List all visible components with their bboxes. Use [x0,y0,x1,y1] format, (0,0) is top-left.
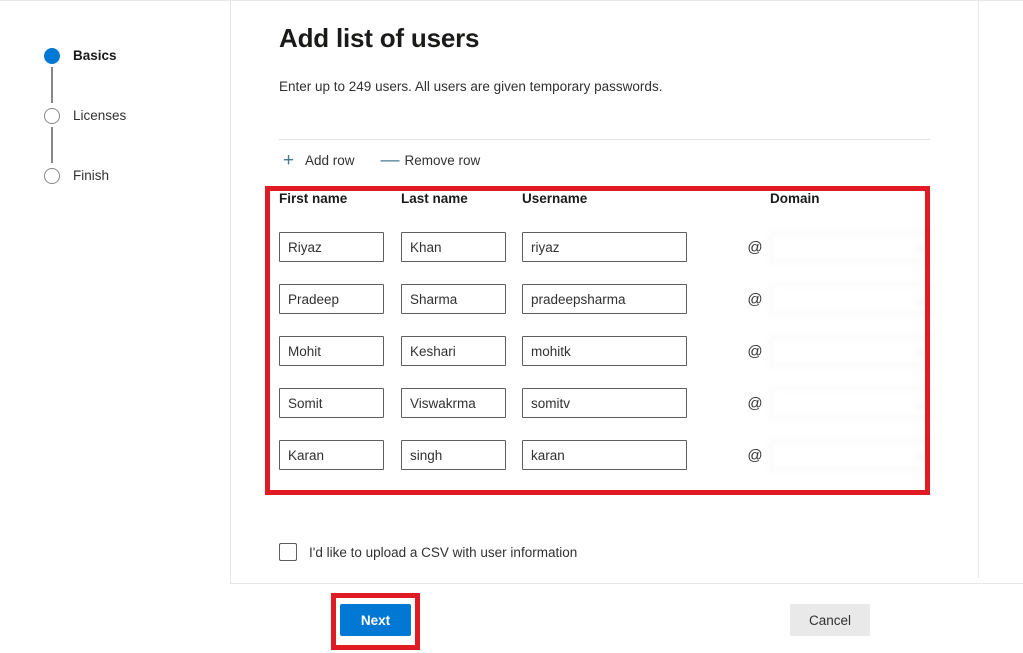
last-name-input[interactable] [401,440,506,470]
right-pane-divider [978,0,979,578]
at-symbol-icon: @ [747,342,763,360]
add-row-button[interactable]: + Add row [279,151,357,170]
users-grid: First name Last name Username Domain @⌄@… [279,191,934,481]
wizard-step-label-basics: Basics [73,48,117,63]
main-content: Add list of users Enter up to 249 users.… [231,1,978,583]
cancel-button[interactable]: Cancel [790,604,870,636]
user-row: @⌄ [279,221,934,273]
last-name-input[interactable] [401,284,506,314]
add-row-label: Add row [305,153,355,168]
plus-icon: + [282,149,295,171]
csv-upload-label[interactable]: I'd like to upload a CSV with user infor… [309,545,577,560]
csv-upload-option[interactable]: I'd like to upload a CSV with user infor… [279,543,577,561]
username-input[interactable] [522,440,687,470]
page-subtitle: Enter up to 249 users. All users are giv… [279,79,663,94]
user-row: @⌄ [279,325,934,377]
row-command-bar: + Add row — Remove row [279,151,482,170]
cell-domain: ⌄ [770,440,934,470]
command-bar-divider [279,139,930,140]
column-header-username: Username [522,191,588,206]
column-header-domain: Domain [770,191,820,206]
first-name-input[interactable] [279,336,384,366]
last-name-input[interactable] [401,232,506,262]
last-name-input[interactable] [401,336,506,366]
cell-first-name [279,440,401,470]
username-input[interactable] [522,388,687,418]
chevron-down-icon: ⌄ [915,345,925,358]
username-input[interactable] [522,232,687,262]
cell-domain: ⌄ [770,388,934,418]
first-name-input[interactable] [279,440,384,470]
first-name-input[interactable] [279,388,384,418]
last-name-input[interactable] [401,388,506,418]
cell-username [522,336,740,366]
cell-first-name [279,232,401,262]
domain-dropdown[interactable]: ⌄ [770,232,932,262]
page-title: Add list of users [279,23,480,54]
wizard-step-licenses[interactable]: Licenses [44,107,126,125]
cell-last-name [401,232,522,262]
wizard-step-basics[interactable]: Basics [44,47,117,65]
column-header-last-name: Last name [401,191,468,206]
cell-domain: ⌄ [770,232,934,262]
username-input[interactable] [522,284,687,314]
first-name-input[interactable] [279,232,384,262]
step-bullet-icon-basics [44,48,60,64]
chevron-down-icon: ⌄ [915,241,925,254]
chevron-down-icon: ⌄ [915,397,925,410]
domain-dropdown[interactable]: ⌄ [770,388,932,418]
remove-row-label: Remove row [404,153,481,168]
user-row: @⌄ [279,273,934,325]
wizard-step-finish[interactable]: Finish [44,167,109,185]
domain-dropdown[interactable]: ⌄ [770,440,932,470]
username-input[interactable] [522,336,687,366]
wizard-step-label-licenses: Licenses [73,108,127,123]
domain-dropdown[interactable]: ⌄ [770,336,932,366]
remove-row-button[interactable]: — Remove row [379,151,483,170]
cell-username [522,440,740,470]
cell-domain: ⌄ [770,336,934,366]
domain-dropdown[interactable]: ⌄ [770,284,932,314]
at-symbol-icon: @ [747,446,763,464]
cell-domain: ⌄ [770,284,934,314]
step-bullet-icon-licenses [44,108,60,124]
wizard-step-label-finish: Finish [73,168,110,183]
cell-first-name [279,336,401,366]
cell-last-name [401,388,522,418]
chevron-down-icon: ⌄ [915,293,925,306]
grid-header-row: First name Last name Username Domain [279,191,934,221]
wizard-footer: Next Cancel [230,583,1023,653]
cell-first-name [279,284,401,314]
at-symbol-icon: @ [747,394,763,412]
csv-upload-checkbox[interactable] [279,543,297,561]
at-symbol-icon: @ [747,238,763,256]
cell-last-name [401,284,522,314]
user-row: @⌄ [279,377,934,429]
cell-username [522,388,740,418]
cell-first-name [279,388,401,418]
grid-body: @⌄@⌄@⌄@⌄@⌄ [279,221,934,481]
wizard-stepper: Basics Licenses Finish [0,0,230,583]
step-bullet-icon-finish [44,168,60,184]
cell-last-name [401,336,522,366]
minus-icon: — [380,149,400,171]
first-name-input[interactable] [279,284,384,314]
at-symbol-icon: @ [747,290,763,308]
cell-username [522,284,740,314]
step-connector-2 [51,127,53,163]
cell-username [522,232,740,262]
step-connector-1 [51,67,53,103]
cell-last-name [401,440,522,470]
column-header-first-name: First name [279,191,348,206]
next-button[interactable]: Next [340,604,411,636]
chevron-down-icon: ⌄ [915,449,925,462]
user-row: @⌄ [279,429,934,481]
